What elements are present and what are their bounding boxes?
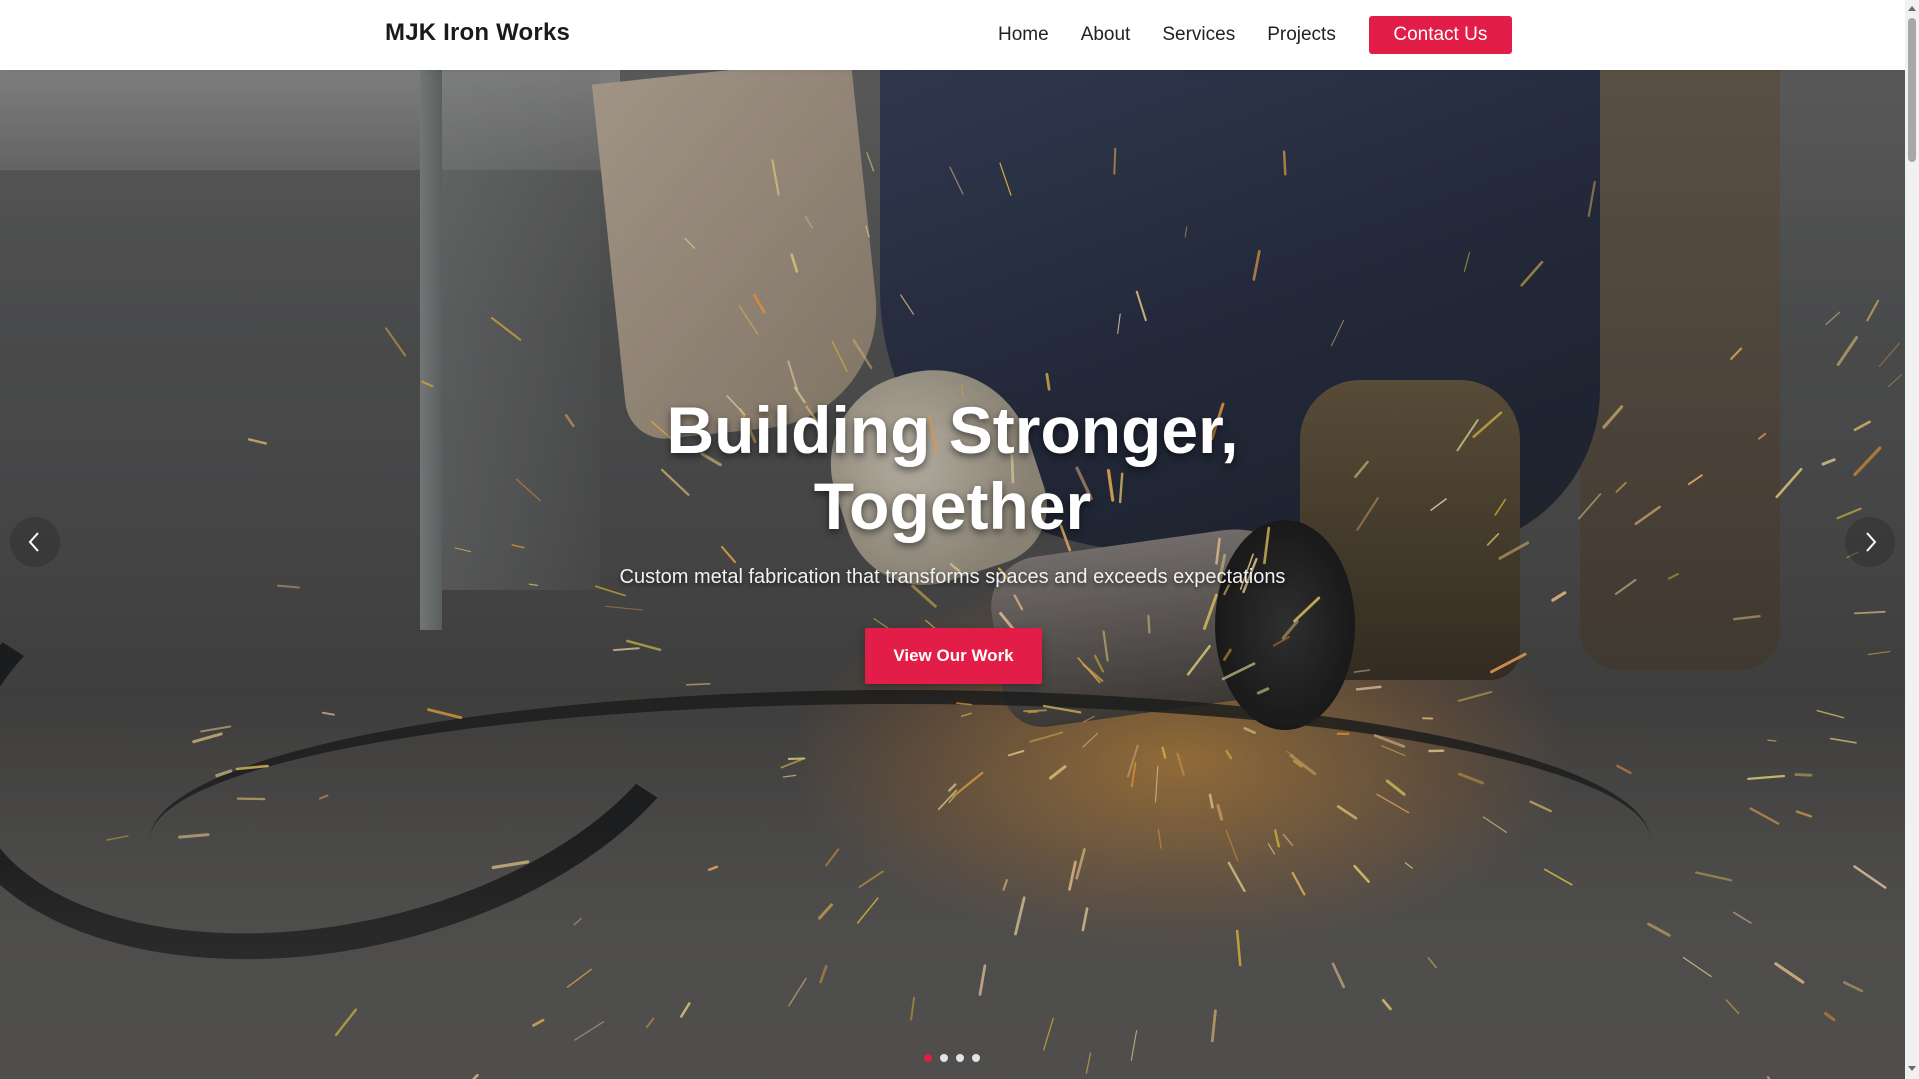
hero-carousel: Building Stronger, Together Custom metal… bbox=[0, 70, 1905, 1079]
scroll-down-arrow-icon[interactable] bbox=[1908, 1066, 1916, 1071]
nav-links: Home About Services Projects Contact Us bbox=[998, 16, 1512, 54]
carousel-indicators bbox=[924, 1054, 980, 1062]
nav-link-projects[interactable]: Projects bbox=[1267, 24, 1336, 46]
scrollbar-thumb[interactable] bbox=[1908, 18, 1916, 162]
hero-title-line-1: Building Stronger, bbox=[666, 393, 1239, 467]
chevron-left-icon bbox=[28, 532, 39, 552]
navbar: MJK Iron Works Home About Services Proje… bbox=[0, 0, 1905, 70]
view-our-work-button[interactable]: View Our Work bbox=[865, 628, 1042, 684]
vertical-scrollbar[interactable] bbox=[1905, 0, 1919, 1079]
carousel-prev-button[interactable] bbox=[10, 517, 60, 567]
nav-link-home[interactable]: Home bbox=[998, 24, 1049, 46]
carousel-dot-1[interactable] bbox=[924, 1054, 932, 1062]
brand-logo-text[interactable]: MJK Iron Works bbox=[385, 19, 570, 47]
page: MJK Iron Works Home About Services Proje… bbox=[0, 0, 1905, 1079]
scroll-up-arrow-icon[interactable] bbox=[1908, 6, 1916, 11]
hero-subtitle: Custom metal fabrication that transforms… bbox=[619, 566, 1286, 588]
carousel-dot-4[interactable] bbox=[972, 1054, 980, 1062]
hero-title: Building Stronger, Together bbox=[0, 392, 1905, 544]
contact-us-button[interactable]: Contact Us bbox=[1368, 16, 1512, 54]
carousel-dot-3[interactable] bbox=[956, 1054, 964, 1062]
hero-title-line-2: Together bbox=[813, 469, 1092, 543]
carousel-next-button[interactable] bbox=[1845, 517, 1895, 567]
chevron-right-icon bbox=[1866, 532, 1877, 552]
nav-link-about[interactable]: About bbox=[1081, 24, 1131, 46]
carousel-dot-2[interactable] bbox=[940, 1054, 948, 1062]
nav-link-services[interactable]: Services bbox=[1162, 24, 1235, 46]
